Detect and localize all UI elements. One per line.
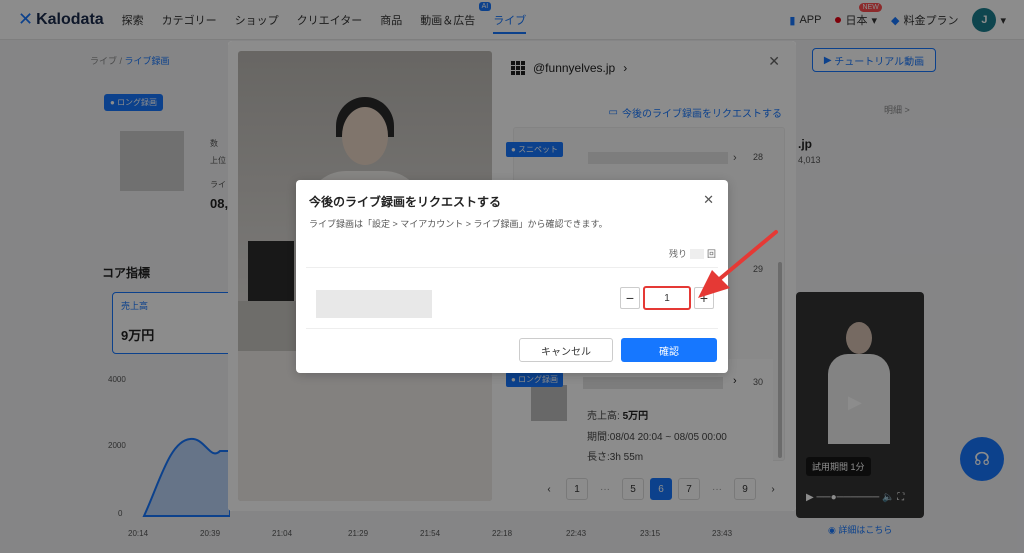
annotation-arrow	[698, 230, 778, 298]
remaining-prefix: 残り	[668, 249, 687, 259]
quantity-input[interactable]: 1	[643, 286, 691, 310]
divider	[306, 267, 718, 268]
dialog-subtitle: ライブ録画は「設定 > マイアカウント > ライブ録画」から確認できます。	[309, 219, 608, 229]
decrement-button[interactable]: −	[620, 287, 640, 309]
dialog-title: 今後のライブ録画をリクエストする	[309, 195, 502, 209]
close-icon[interactable]: ✕	[703, 192, 714, 208]
divider	[306, 328, 718, 329]
request-dialog: 今後のライブ録画をリクエストする ✕ ライブ録画は「設定 > マイアカウント >…	[296, 180, 728, 373]
confirm-button[interactable]: 確認	[621, 338, 717, 362]
cancel-button[interactable]: キャンセル	[519, 338, 613, 362]
arrow-shaft	[714, 230, 778, 284]
blurred-product	[316, 290, 432, 318]
